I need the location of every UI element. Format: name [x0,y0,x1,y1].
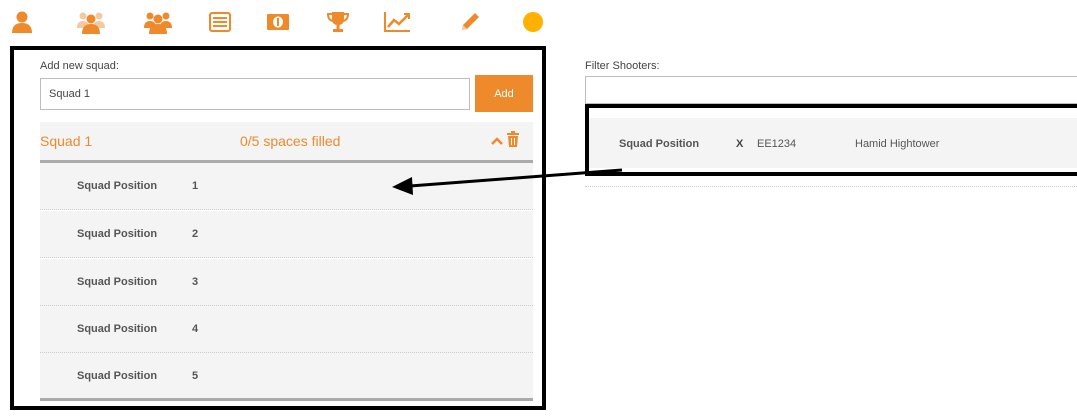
group-alt-icon[interactable] [143,8,173,36]
squad-position-row[interactable]: Squad Position 3 [40,259,533,306]
squad-position-number: 5 [192,370,199,382]
squad-spaces-filled: 0/5 spaces filled [240,133,341,149]
squad-position-label: Squad Position [77,276,158,288]
squad-position-row[interactable]: Squad Position 2 [40,211,533,258]
shooter-id: EE1234 [757,138,797,150]
circle-icon[interactable] [518,8,548,36]
shooter-position-label: Squad Position [619,138,700,150]
squad-name-input[interactable] [40,78,470,110]
squad-position-row[interactable]: Squad Position 5 [40,353,533,400]
squad-position-number: 3 [192,276,199,288]
filter-shooters-input[interactable] [585,76,1077,104]
chevron-up-icon[interactable] [488,132,506,150]
squad-title: Squad 1 [40,133,93,149]
shooter-row[interactable]: Squad Position X EE1234 Hamid Hightower [589,118,1077,168]
toolbar [0,0,560,44]
shooter-list-divider [585,186,1077,187]
squad-position-label: Squad Position [77,370,158,382]
squad-position-number: 4 [192,323,199,335]
squad-position-label: Squad Position [77,228,158,240]
trash-icon[interactable] [506,131,522,149]
money-icon[interactable] [263,8,293,36]
squad-list-bottom [40,398,533,401]
add-squad-button[interactable]: Add [475,75,533,112]
squad-position-label: Squad Position [77,180,158,192]
user-icon[interactable] [7,8,37,36]
trophy-icon[interactable] [323,8,353,36]
filter-shooters-label: Filter Shooters: [585,60,660,72]
add-squad-label: Add new squad: [40,60,119,72]
squad-position-number: 2 [192,228,199,240]
squad-position-number: 1 [192,180,199,192]
squad-header[interactable]: Squad 1 0/5 spaces filled [40,122,533,160]
squad-position-label: Squad Position [77,323,158,335]
squad-position-row[interactable]: Squad Position 1 [40,163,533,210]
list-icon[interactable] [205,8,235,36]
shooter-name: Hamid Hightower [855,138,940,150]
chart-icon[interactable] [382,8,412,36]
group-icon[interactable] [76,8,106,36]
remove-shooter-button[interactable]: X [736,138,743,150]
pencil-icon[interactable] [455,8,485,36]
squad-position-row[interactable]: Squad Position 4 [40,306,533,353]
